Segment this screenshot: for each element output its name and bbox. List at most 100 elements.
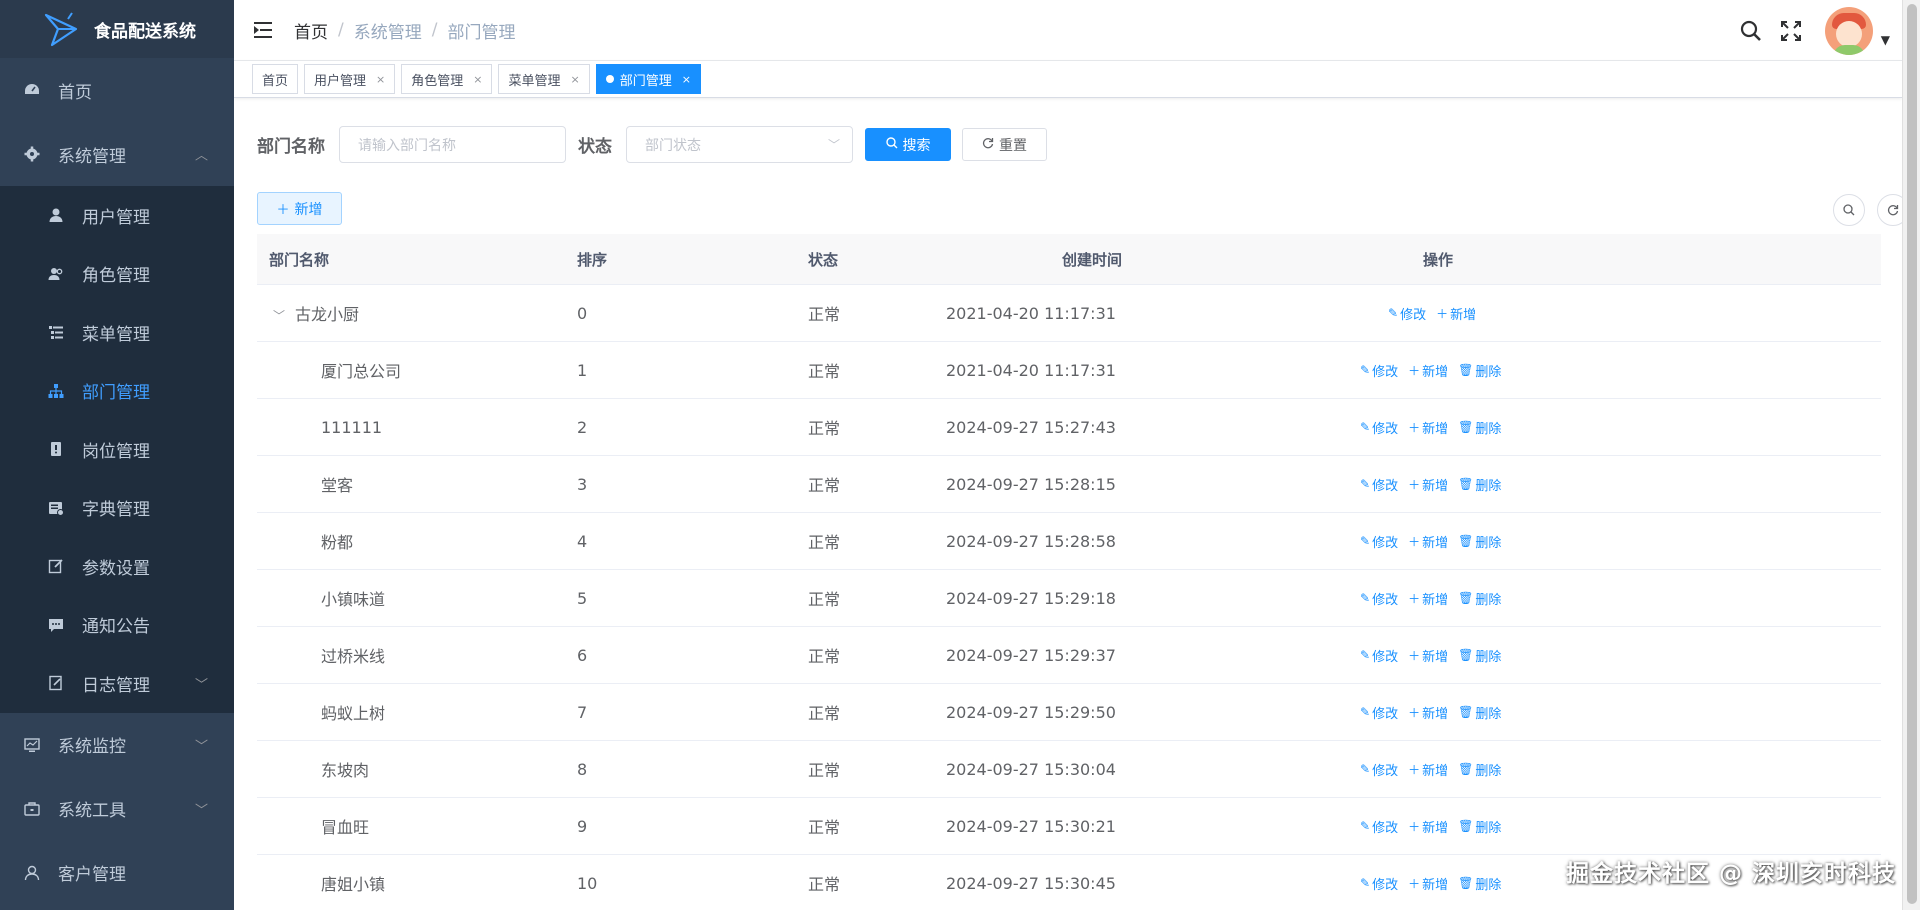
sidebar-item-dict[interactable]: 字典管理	[0, 479, 234, 538]
add-child-button[interactable]: ＋新增	[1408, 817, 1448, 836]
add-child-button[interactable]: ＋新增	[1408, 418, 1448, 437]
toggle-search-button[interactable]	[1833, 194, 1865, 226]
delete-button[interactable]: 🗑 删除	[1458, 703, 1501, 722]
row-actions: ✎ 修改 ＋新增 🗑 删除	[1248, 760, 1881, 779]
scrollbar[interactable]	[1902, 0, 1920, 910]
tag-dept[interactable]: 部门管理 ×	[595, 64, 701, 94]
edit-button[interactable]: ✎ 修改	[1360, 361, 1398, 380]
edit-button[interactable]: ✎ 修改	[1360, 760, 1398, 779]
add-child-button[interactable]: ＋新增	[1408, 703, 1448, 722]
edit-button[interactable]: ✎ 修改	[1360, 418, 1398, 437]
close-icon[interactable]: ×	[376, 73, 385, 86]
sidebar-item-user[interactable]: 用户管理	[0, 186, 234, 245]
delete-button[interactable]: 🗑 删除	[1458, 874, 1501, 893]
delete-button[interactable]: 🗑 删除	[1458, 361, 1501, 380]
plus-icon: ＋	[1408, 819, 1421, 834]
edit-label: 修改	[1372, 421, 1399, 437]
add-child-button[interactable]: ＋新增	[1408, 361, 1448, 380]
app-title: 食品配送系统	[94, 21, 196, 42]
fullscreen-icon[interactable]	[1779, 19, 1803, 43]
sidebar-item-tool[interactable]: 系统工具 ﹀	[0, 777, 234, 841]
close-icon[interactable]: ×	[473, 73, 482, 86]
tag-role[interactable]: 角色管理 ×	[401, 64, 493, 94]
edit-button[interactable]: ✎ 修改	[1360, 817, 1398, 836]
sidebar-item-home[interactable]: 首页	[0, 58, 234, 122]
dept-name: 小镇味道	[321, 590, 386, 609]
tag-menu[interactable]: 菜单管理 ×	[498, 64, 590, 94]
reset-button[interactable]: 重置	[962, 128, 1047, 161]
scrollbar-thumb[interactable]	[1907, 4, 1917, 904]
search-button[interactable]: 搜索	[865, 128, 951, 161]
edit-button[interactable]: ✎ 修改	[1360, 874, 1398, 893]
delete-button[interactable]: 🗑 删除	[1458, 418, 1501, 437]
header-name: 部门名称	[269, 250, 330, 269]
breadcrumb-home[interactable]: 首页	[294, 18, 328, 43]
add-button[interactable]: ＋ 新增	[257, 192, 342, 225]
delete-button[interactable]: 🗑 删除	[1458, 475, 1501, 494]
sidebar-item-config[interactable]: 参数设置	[0, 537, 234, 596]
dept-name-input[interactable]: 请输入部门名称	[339, 126, 566, 163]
edit-button[interactable]: ✎ 修改	[1388, 304, 1426, 323]
tag-user[interactable]: 用户管理 ×	[304, 64, 396, 94]
sidebar-item-post[interactable]: 岗位管理	[0, 420, 234, 479]
status-label: 状态	[578, 137, 612, 157]
add-child-button[interactable]: ＋新增	[1408, 589, 1448, 608]
sidebar-item-log[interactable]: 日志管理 ﹀	[0, 654, 234, 713]
sidebar-item-role[interactable]: 角色管理	[0, 245, 234, 304]
edit-button[interactable]: ✎ 修改	[1360, 703, 1398, 722]
sidebar-logo[interactable]: 食品配送系统	[0, 0, 234, 58]
delete-button[interactable]: 🗑 删除	[1458, 589, 1501, 608]
edit-button[interactable]: ✎ 修改	[1360, 589, 1398, 608]
dept-name: 古龙小厨	[295, 305, 360, 324]
delete-button[interactable]: 🗑 删除	[1458, 532, 1501, 551]
tag-label: 部门管理	[619, 73, 672, 89]
close-icon[interactable]: ×	[571, 73, 580, 86]
delete-button[interactable]: 🗑 删除	[1458, 646, 1501, 665]
edit-button[interactable]: ✎ 修改	[1360, 475, 1398, 494]
delete-label: 删除	[1475, 649, 1502, 665]
status-select[interactable]: 部门状态 ﹀	[626, 126, 853, 163]
cell-name: 111111	[257, 418, 565, 437]
add-child-button[interactable]: ＋新增	[1408, 646, 1448, 665]
trash-icon: 🗑	[1458, 591, 1474, 605]
search-icon	[885, 136, 898, 153]
sidebar-item-customer[interactable]: 客户管理	[0, 841, 234, 905]
edit-button[interactable]: ✎ 修改	[1360, 532, 1398, 551]
close-icon[interactable]: ×	[682, 73, 691, 86]
hamburger-icon[interactable]	[254, 21, 276, 39]
add-label: 新增	[1422, 649, 1449, 665]
sidebar-item-label: 角色管理	[82, 266, 150, 287]
avatar[interactable]	[1824, 6, 1873, 55]
sidebar-item-system[interactable]: 系统管理 ︿	[0, 122, 234, 186]
dept-name: 厦门总公司	[321, 362, 402, 381]
edit-icon: ✎	[1360, 648, 1371, 662]
sidebar-item-menu[interactable]: 菜单管理	[0, 303, 234, 362]
expand-arrow-icon[interactable]: ﹀	[273, 307, 287, 324]
tag-home[interactable]: 首页	[252, 64, 299, 94]
delete-button[interactable]: 🗑 删除	[1458, 760, 1501, 779]
trash-icon: 🗑	[1458, 819, 1474, 833]
add-child-button[interactable]: ＋新增	[1408, 475, 1448, 494]
refresh-icon	[1887, 205, 1899, 216]
sidebar-item-label: 部门管理	[82, 383, 150, 404]
sidebar-item-monitor[interactable]: 系统监控 ﹀	[0, 713, 234, 777]
cell-name: 过桥米线	[257, 643, 565, 667]
add-child-button[interactable]: ＋新增	[1408, 760, 1448, 779]
caret-down-icon[interactable]: ▼	[1881, 33, 1890, 47]
edit-button[interactable]: ✎ 修改	[1360, 646, 1398, 665]
cell-time: 2021-04-20 11:17:31	[946, 360, 1116, 380]
edit-icon: ✎	[1360, 420, 1371, 434]
sidebar-item-notice[interactable]: 通知公告	[0, 596, 234, 655]
cell-name: 厦门总公司	[257, 358, 565, 382]
delete-button[interactable]: 🗑 删除	[1458, 817, 1501, 836]
search-icon[interactable]	[1739, 19, 1763, 43]
cell-time: 2021-04-20 11:17:31	[946, 303, 1116, 323]
tree-icon	[46, 381, 66, 401]
cell-time: 2024-09-27 15:30:21	[946, 816, 1116, 836]
sidebar-item-dept[interactable]: 部门管理	[0, 362, 234, 421]
add-child-button[interactable]: ＋新增	[1408, 532, 1448, 551]
add-child-button[interactable]: ＋新增	[1408, 874, 1448, 893]
delete-label: 删除	[1475, 820, 1502, 836]
sidebar-item-label: 客户管理	[58, 865, 126, 885]
add-child-button[interactable]: ＋新增	[1436, 304, 1476, 323]
